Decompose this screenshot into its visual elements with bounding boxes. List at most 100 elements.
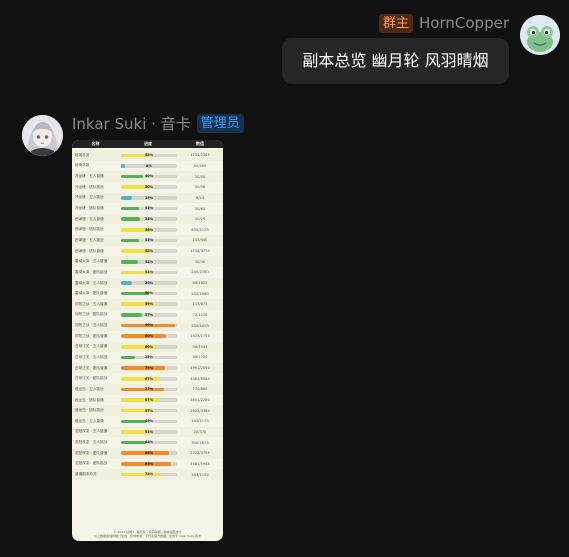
dungeon-row: 秘境总览 52% 1234/2385 xyxy=(72,150,223,161)
progress-bar: 50% xyxy=(121,291,177,295)
progress-label: 89% xyxy=(144,461,154,466)
user-avatar-horncopper[interactable] xyxy=(520,15,560,55)
progress-bar: 33% xyxy=(121,238,177,242)
sender-name[interactable]: Inkar Suki · 音卡 xyxy=(72,113,191,134)
dungeon-row: 西津渡 · 团队挑战 56% 635/1123 xyxy=(72,224,223,235)
dungeon-row: 范阳夜变 · 五人普通 51% 20/370 xyxy=(72,426,223,438)
dungeon-name: 冷龙峰 · 团队挑战 xyxy=(75,184,104,189)
progress-label: 51% xyxy=(144,270,154,275)
progress-label: 72% xyxy=(144,472,154,477)
sender-header-left: Inkar Suki · 音卡 管理员 xyxy=(72,113,244,133)
progress-bar: 34% xyxy=(121,217,177,221)
column-header-progress: 进度 xyxy=(144,141,152,146)
dungeon-row: 白帝江关 · 团队挑战 67% 4363/6580 xyxy=(72,373,223,384)
dungeon-row: 敖龙岛 · 团队挑战 57% 2625/3380 xyxy=(72,405,223,417)
progress-bar: 20% xyxy=(121,281,177,285)
progress-label: 44% xyxy=(144,440,154,445)
dungeon-row: 秘境总数 8% 40/465 xyxy=(72,161,223,172)
progress-bar: 31% xyxy=(121,260,177,264)
dungeon-name: 白帝江关 · 五人挑战 xyxy=(75,354,108,359)
dungeon-name: 雷域大泽 · 五人普通 xyxy=(75,259,108,264)
admin-badge: 管理员 xyxy=(196,113,244,133)
dungeon-name: 河阳之战 · 团队挑战 xyxy=(75,312,108,317)
progress-bar: 45% xyxy=(121,419,177,424)
dungeon-value: 20/50 xyxy=(194,174,206,179)
dungeon-value: 72/1026 xyxy=(192,312,208,317)
progress-label: 45% xyxy=(144,419,154,424)
dungeon-value: 40/465 xyxy=(193,163,207,168)
dungeon-value: 36/1543 xyxy=(192,344,208,349)
progress-label: 77% xyxy=(144,387,154,392)
dungeon-value: 1736/3770 xyxy=(190,249,210,254)
dungeon-row: 冷龙峰 · 团队挑战 50% 50/98 xyxy=(72,182,223,193)
progress-label: 51% xyxy=(144,429,154,434)
dungeon-row: 敖龙岛 · 团队普通 67% 3651/2280 xyxy=(72,395,223,406)
progress-label: 52% xyxy=(144,153,154,158)
progress-bar: 51% xyxy=(121,430,177,434)
dungeon-row: 范阳夜变 · 团队普通 86% 2723/3795 xyxy=(72,447,223,459)
progress-bar: 67% xyxy=(121,398,177,402)
progress-bar: 25% xyxy=(121,355,177,360)
dungeon-name: 范阳夜变 · 五人普通 xyxy=(75,429,108,434)
progress-label: 37% xyxy=(144,312,154,317)
progress-label: 57% xyxy=(144,408,154,413)
dungeon-value: 4363/6580 xyxy=(190,376,210,381)
dungeon-name: 雷域大泽 · 团队挑战 xyxy=(75,269,108,274)
sender-name[interactable]: HornCopper xyxy=(419,14,509,32)
progress-bar: 56% xyxy=(121,228,177,232)
dungeon-row: 范阳夜变 · 团队挑战 89% 5481/5945 xyxy=(72,459,223,470)
dungeon-value: 3651/2280 xyxy=(190,398,210,403)
progress-label: 96% xyxy=(144,323,154,328)
dungeon-value: 1991/2050 xyxy=(190,366,210,371)
dungeon-name: 白帝江关 · 团队普通 xyxy=(75,365,108,370)
progress-label: 20% xyxy=(144,280,154,285)
dungeon-row: 西津渡 · 五人普通 34% 10/29 xyxy=(72,213,223,225)
dungeon-value: 245/2350 xyxy=(191,270,209,275)
progress-bar: 37% xyxy=(121,313,177,317)
dungeon-name: 河阳之战 · 五人挑战 xyxy=(75,323,108,328)
progress-bar: 57% xyxy=(121,409,177,413)
dungeon-list: 秘境总览 52% 1234/2385 秘境总数 8% 40/465 冷龙峰 · 五人普通 40… xyxy=(72,148,223,480)
progress-bar: 52% xyxy=(121,249,177,253)
dungeon-value: 143/440 xyxy=(192,238,208,243)
sender-header-right: 群主 HornCopper xyxy=(379,13,509,33)
dungeon-value: 38/1720 xyxy=(192,355,208,360)
progress-bar: 96% xyxy=(121,323,177,328)
dungeon-name: 雷域大泽 · 团队普通 xyxy=(75,291,108,296)
dungeon-name: 雷域大泽 · 五人挑战 xyxy=(75,280,108,285)
progress-label: 86% xyxy=(144,451,154,456)
dungeon-row: 雷域大泽 · 五人普通 31% 30/40 xyxy=(72,256,223,268)
progress-bar: 77% xyxy=(121,387,177,392)
message-bubble[interactable]: 副本总览 幽月轮 风羽晴烟 xyxy=(282,38,509,84)
progress-bar: 59% xyxy=(121,302,177,306)
progress-label: 59% xyxy=(144,302,154,307)
dungeon-row: 雷域大泽 · 团队普通 50% 200/1980 xyxy=(72,288,223,299)
dungeon-value: 20/370 xyxy=(193,429,207,434)
progress-bar: 51% xyxy=(121,270,177,275)
column-header-name: 名称 xyxy=(91,141,100,146)
progress-label: 25% xyxy=(144,355,154,360)
anime-girl-avatar-icon xyxy=(22,115,63,156)
progress-bar: 80% xyxy=(121,334,177,338)
owner-badge: 群主 xyxy=(379,13,414,33)
frog-avatar-icon xyxy=(520,15,560,55)
progress-label: 8% xyxy=(146,163,152,168)
dungeon-name: 冷龙峰 · 五人挑战 xyxy=(75,195,104,200)
progress-bar: 52% xyxy=(121,153,177,158)
dungeon-overview-image[interactable]: 名称 进度 数值 秘境总览 52% 1234/2385 秘境总数 8% 40/465 冷龙峰… xyxy=(72,140,223,541)
dungeon-name: 范阳夜变 · 团队普通 xyxy=(75,450,108,455)
progress-bar: 19% xyxy=(121,196,177,200)
progress-label: 80% xyxy=(144,334,154,339)
user-avatar-inkar-suki[interactable] xyxy=(22,115,63,156)
dungeon-value: 343/1152 xyxy=(191,472,209,477)
dungeon-row: 冷龙峰 · 五人普通 40% 20/50 xyxy=(72,171,223,182)
dungeon-row: 白帝江关 · 五人普通 60% 36/1543 xyxy=(72,341,223,353)
footer-line: 以上数据由插件统计生成，仅供参考，不代表官方数据。生成于 Inkar Suki … xyxy=(94,534,201,538)
dungeon-value: 770/860 xyxy=(192,387,208,392)
dungeon-value: 239/1023 xyxy=(191,323,209,328)
dungeon-row: 河阳之战 · 团队挑战 37% 72/1026 xyxy=(72,310,223,321)
progress-label: 31% xyxy=(144,259,154,264)
dungeon-row: 冷龙峰 · 五人挑战 19% 8/43 xyxy=(72,192,223,204)
progress-bar: 67% xyxy=(121,377,177,381)
dungeon-name: 范阳夜变 · 五人挑战 xyxy=(75,440,108,445)
